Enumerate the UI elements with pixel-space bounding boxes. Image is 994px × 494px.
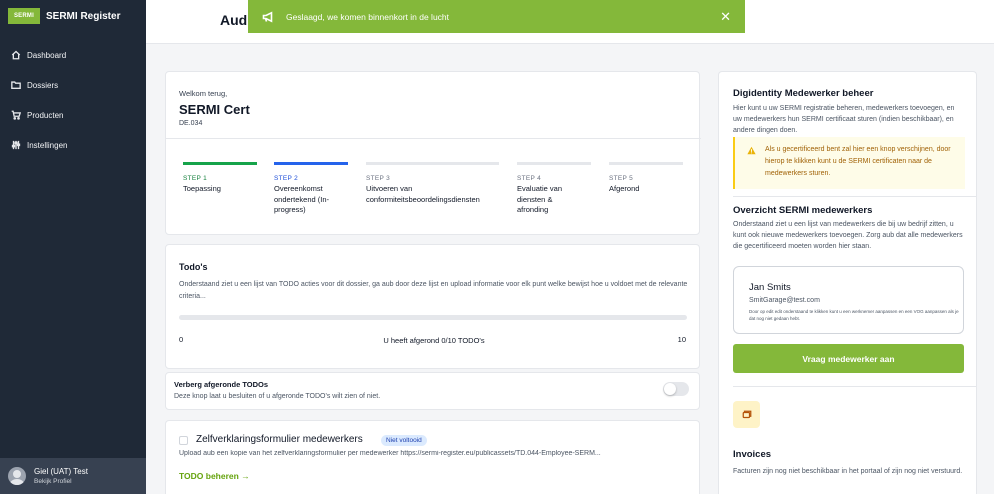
step-2: STEP 2 Overeenkomst ondertekend (In-prog…	[274, 162, 352, 216]
warning-icon	[747, 146, 756, 155]
todo-item: Zelfverklaringsformulier medewerkers Nie…	[165, 420, 700, 494]
warning-alert: Als u gecertificeerd bent zal hier een k…	[733, 137, 965, 189]
dossier-title: SERMI Cert	[179, 102, 250, 117]
sidebar: SERMI SERMI Register Dashboard Dossiers …	[0, 0, 146, 494]
home-icon	[11, 50, 21, 60]
divider	[733, 196, 977, 197]
invoices-text: Facturen zijn nog niet beschikbaar in he…	[733, 468, 963, 475]
todos-title: Todo's	[179, 262, 208, 272]
invoices-title: Invoices	[733, 449, 772, 460]
step-5: STEP 5 Afgerond	[609, 162, 687, 195]
step-bar	[274, 162, 348, 165]
view-profile-link[interactable]: Bekijk Profiel	[34, 478, 88, 485]
sidebar-item-producten[interactable]: Producten	[0, 100, 146, 130]
step-number: STEP 4	[517, 175, 542, 182]
avatar	[8, 467, 26, 485]
employee-name: Jan Smits	[749, 282, 791, 293]
step-1: STEP 1 Toepassing	[183, 162, 261, 195]
todo-description: Upload aub een kopie van het zelfverklar…	[179, 450, 601, 457]
employee-email: SmitGarage@test.com	[749, 297, 820, 304]
manage-todo-link[interactable]: TODO beheren →	[179, 471, 250, 481]
brand-logo: SERMI	[8, 8, 40, 24]
step-label: Evaluatie van diensten & afronding	[517, 184, 563, 214]
status-badge: Niet voltooid	[381, 435, 427, 446]
close-icon[interactable]: ✕	[720, 10, 731, 23]
overview-title: Overzicht SERMI medewerkers	[733, 205, 873, 216]
right-panel: Digidentity Medewerker beheer Hier kunt …	[718, 71, 977, 494]
sliders-icon	[11, 140, 21, 150]
progress-min: 0	[179, 335, 184, 344]
step-bar	[366, 162, 499, 165]
todos-description: Onderstaand ziet u een lijst van TODO ac…	[179, 281, 688, 300]
step-label: Overeenkomst ondertekend (In-progress)	[274, 184, 330, 214]
todo-title: Zelfverklaringsformulier medewerkers	[196, 434, 363, 445]
step-number: STEP 5	[609, 175, 634, 182]
megaphone-icon	[262, 11, 273, 22]
cart-icon	[11, 110, 21, 120]
step-number: STEP 2	[274, 175, 299, 182]
step-label: Toepassing	[183, 184, 221, 193]
step-label: Afgerond	[609, 184, 640, 193]
sidebar-item-label: Producten	[27, 110, 64, 120]
digidentity-text: Hier kunt u uw SERMI registratie beheren…	[733, 105, 955, 134]
toggle-title: Verberg afgeronde TODOs	[174, 380, 269, 389]
user-profile[interactable]: Giel (UAT) Test Bekijk Profiel	[0, 458, 146, 494]
sidebar-item-label: Dossiers	[27, 80, 59, 90]
progress-max: 10	[677, 335, 686, 344]
step-number: STEP 1	[183, 175, 208, 182]
page-title: Audi	[220, 12, 252, 28]
sidebar-item-label: Instellingen	[27, 140, 68, 150]
welcome-card: Welkom terug, SERMI Cert DE.034 STEP 1 T…	[165, 71, 701, 235]
todos-card: Todo's Onderstaand ziet u een lijst van …	[165, 244, 700, 369]
success-toast: Geslaagd, we komen binnenkort in de luch…	[248, 0, 745, 33]
hide-completed-toggle[interactable]	[663, 382, 689, 396]
toast-message: Geslaagd, we komen binnenkort in de luch…	[286, 11, 450, 22]
brand[interactable]: SERMI SERMI Register	[0, 0, 146, 32]
folder-icon	[11, 81, 21, 89]
employee-note: Door op edit edit onderstaand te klikken…	[749, 309, 959, 321]
sidebar-nav: Dashboard Dossiers Producten Instellinge…	[0, 40, 146, 160]
step-label: Uitvoeren van conformiteitsbeoordelingsd…	[366, 184, 480, 204]
todo-checkbox[interactable]	[179, 436, 188, 445]
request-employee-button[interactable]: Vraag medewerker aan	[733, 344, 964, 373]
brand-name: SERMI Register	[46, 10, 121, 22]
toggle-description: Deze knop laat u besluiten of u afgerond…	[174, 393, 381, 400]
divider	[166, 138, 701, 139]
step-4: STEP 4 Evaluatie van diensten & afrondin…	[517, 162, 595, 216]
step-number: STEP 3	[366, 175, 391, 182]
todos-progress-bar	[179, 315, 687, 320]
warning-text: Als u gecertificeerd bent zal hier een k…	[765, 146, 951, 177]
employee-card[interactable]: Jan Smits SmitGarage@test.com Door op ed…	[733, 266, 964, 334]
dossier-code: DE.034	[179, 120, 203, 127]
overview-text: Onderstaand ziet u een lijst van medewer…	[733, 221, 963, 250]
step-bar	[183, 162, 257, 165]
invoice-icon-box	[733, 401, 760, 428]
digidentity-title: Digidentity Medewerker beheer	[733, 88, 874, 99]
sidebar-item-dossiers[interactable]: Dossiers	[0, 70, 146, 100]
welcome-greeting: Welkom terug,	[179, 89, 228, 98]
progress-text: U heeft afgerond 0/10 TODO's	[383, 336, 485, 345]
step-bar	[517, 162, 591, 165]
hide-completed-row: Verberg afgeronde TODOs Deze knop laat u…	[165, 372, 700, 410]
sidebar-item-dashboard[interactable]: Dashboard	[0, 40, 146, 70]
divider	[733, 386, 977, 387]
step-bar	[609, 162, 683, 165]
step-3: STEP 3 Uitvoeren van conformiteitsbeoord…	[366, 162, 506, 205]
user-name: Giel (UAT) Test	[34, 467, 88, 476]
sidebar-item-instellingen[interactable]: Instellingen	[0, 130, 146, 160]
sidebar-item-label: Dashboard	[27, 50, 67, 60]
invoice-icon	[742, 410, 751, 418]
